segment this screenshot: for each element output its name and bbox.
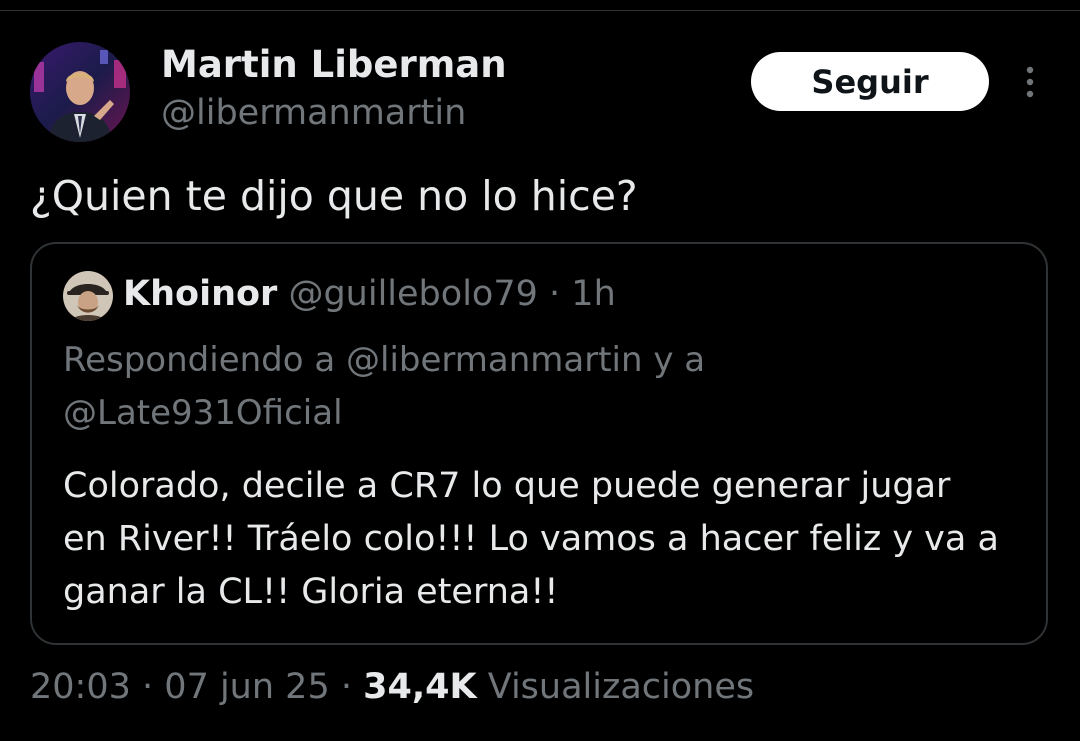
reply-user-link[interactable]: @libermanmartin: [346, 340, 643, 380]
more-vertical-icon[interactable]: [1016, 64, 1044, 100]
tweet-time[interactable]: 20:03: [30, 667, 131, 707]
quote-text-line: ganar la CL!! Gloria eterna!!: [63, 572, 559, 612]
top-divider: [0, 10, 1080, 11]
quote-author-name[interactable]: Khoinor: [123, 274, 277, 314]
author-name[interactable]: Martin Liberman: [161, 43, 507, 86]
follow-button[interactable]: Seguir: [751, 52, 989, 111]
tweet-meta: 20:03 · 07 jun 25 · 34,4K Visualizacione…: [30, 667, 754, 707]
tweet-date[interactable]: 07 jun 25: [164, 667, 329, 707]
tweet-text: ¿Quien te dijo que no lo hice?: [30, 172, 638, 220]
quoted-tweet-card[interactable]: Khoinor @guillebolo79 · 1h Respondiendo …: [30, 242, 1048, 645]
quote-text-line: Colorado, decile a CR7 lo que puede gene…: [63, 466, 951, 506]
meta-separator: ·: [340, 667, 352, 707]
quote-text: Colorado, decile a CR7 lo que puede gene…: [63, 460, 1023, 619]
reply-prefix: Respondiendo a: [63, 340, 336, 380]
reply-join: y a: [653, 340, 706, 380]
views-label: Visualizaciones: [487, 667, 755, 707]
quote-text-line: en River!! Tráelo colo!!! Lo vamos a hac…: [63, 519, 999, 559]
quote-header: Khoinor @guillebolo79 · 1h: [123, 274, 616, 314]
author-avatar[interactable]: [30, 42, 130, 142]
author-handle[interactable]: @libermanmartin: [161, 93, 466, 133]
reply-user-link[interactable]: @Late931Oficial: [63, 393, 343, 433]
meta-separator: ·: [142, 667, 154, 707]
quote-author-avatar[interactable]: [63, 271, 113, 321]
quote-time[interactable]: 1h: [571, 274, 615, 314]
views-count: 34,4K: [363, 667, 477, 707]
quote-author-handle[interactable]: @guillebolo79: [288, 274, 537, 314]
quote-separator: ·: [549, 274, 561, 314]
quote-replying-to: Respondiendo a @libermanmartin y a @Late…: [63, 334, 1013, 440]
